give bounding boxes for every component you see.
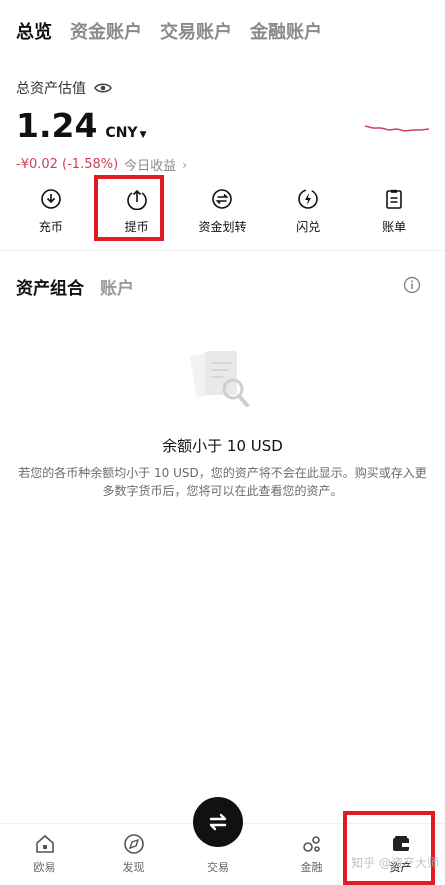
eye-icon[interactable] [94,82,112,94]
nav-discover-label: 发现 [122,861,145,874]
flash-swap-button[interactable]: 闪兑 [273,188,343,235]
tab-portfolio[interactable]: 资产组合 [16,274,84,299]
info-icon[interactable] [403,276,421,294]
quick-actions: 充币 提币 资金划转 闪兑 账单 [0,188,445,235]
tab-account[interactable]: 账户 [100,274,134,299]
pnl-label: 今日收益 [124,159,177,174]
total-amount: 1.24 [16,106,98,145]
deposit-label: 充币 [38,220,63,234]
currency-label: CNY [105,125,138,141]
empty-state-title: 余额小于 10 USD [162,437,283,455]
top-tabs: 总览 资金账户 交易账户 金融账户 [16,18,322,44]
flash-swap-icon [298,189,319,209]
highlight-box-withdraw [94,175,164,241]
pnl-row[interactable]: -¥0.02 (-1.58%) 今日收益 › [16,155,429,174]
bill-button[interactable]: 账单 [359,188,429,235]
home-icon [35,834,54,853]
bill-icon [386,189,402,209]
discover-icon [123,834,144,854]
nav-home[interactable]: 欧易 [15,833,75,875]
finance-icon [302,836,320,852]
empty-state-illustration [190,351,249,407]
highlight-box-assets [343,811,435,885]
tab-overview[interactable]: 总览 [16,18,52,44]
asset-summary: 总资产估值 1.24 CNY ▼ -¥0.02 (-1.58%) 今日收益 › [16,78,429,174]
currency-selector[interactable]: CNY ▼ [105,125,146,141]
bill-label: 账单 [382,220,407,234]
trade-button[interactable] [193,797,243,847]
nav-discover[interactable]: 发现 [104,833,164,875]
nav-trade-label: 交易 [207,861,229,874]
estimate-row: 总资产估值 [16,78,429,98]
deposit-icon [41,189,61,209]
transfer-icon [212,189,233,209]
caret-down-icon: ▼ [139,130,147,140]
transfer-label: 资金划转 [198,220,247,234]
divider [0,250,445,251]
sparkline-chart [365,125,429,132]
empty-state-description: 若您的各币种余额均小于 10 USD，您的资产将不会在此显示。购买或存入更多数字… [18,466,427,498]
tab-finance-account[interactable]: 金融账户 [250,18,322,44]
trade-icon [209,813,227,831]
deposit-button[interactable]: 充币 [16,188,86,235]
estimate-label: 总资产估值 [16,81,86,97]
watermark: 知乎 @资产大师 [351,856,439,870]
tab-trading-account[interactable]: 交易账户 [160,18,232,44]
portfolio-tabs: 资产组合 账户 [16,274,134,299]
nav-finance-label: 金融 [300,861,323,874]
nav-finance[interactable]: 金融 [282,833,342,875]
flash-swap-label: 闪兑 [296,220,321,234]
transfer-button[interactable]: 资金划转 [187,188,257,235]
tab-funding-account[interactable]: 资金账户 [70,18,142,44]
pnl-value: -¥0.02 (-1.58%) [16,157,119,172]
nav-home-label: 欧易 [33,861,56,874]
chevron-right-icon: › [182,157,187,172]
